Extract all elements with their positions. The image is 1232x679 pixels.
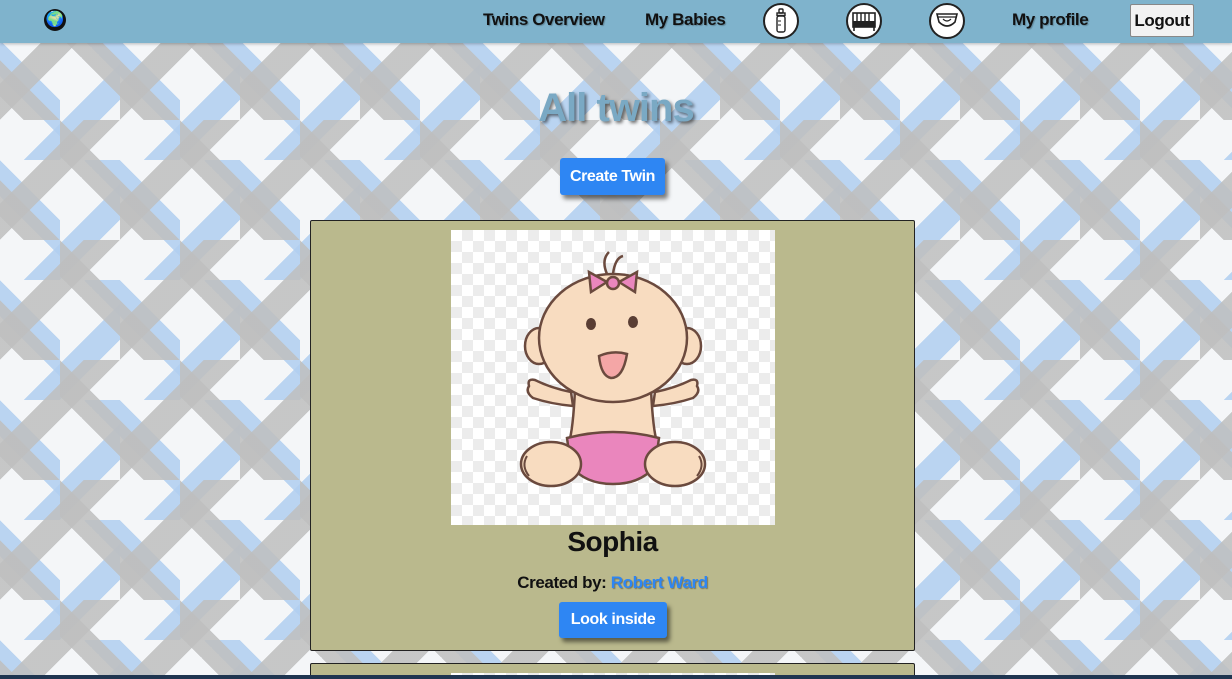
bottle-icon[interactable] [763,3,799,39]
nav-my-profile[interactable]: My profile [1012,10,1089,30]
created-by-label: Created by: [517,573,607,592]
diaper-icon[interactable] [929,3,965,39]
nav-my-babies[interactable]: My Babies [645,10,726,30]
page-title: All twins [538,86,694,130]
globe-icon[interactable]: 🌍 [44,9,66,31]
twin-card: Sophia Created by: Robert Ward Look insi… [310,220,915,651]
twin-name: Sophia [567,526,658,557]
bottom-strip [0,675,1232,679]
baby-illustration [519,251,707,488]
nav-twins-overview[interactable]: Twins Overview [483,10,605,30]
creator-link[interactable]: Robert Ward [611,573,708,592]
logout-button[interactable]: Logout [1130,4,1194,37]
top-navbar: 🌍 Twins Overview My Babies My profile Lo… [0,0,1232,43]
create-twin-button[interactable]: Create Twin [560,158,665,195]
look-inside-button[interactable]: Look inside [559,602,667,638]
baby-image [451,230,775,525]
created-by-row: Created by: Robert Ward [311,573,914,593]
crib-icon[interactable] [846,3,882,39]
